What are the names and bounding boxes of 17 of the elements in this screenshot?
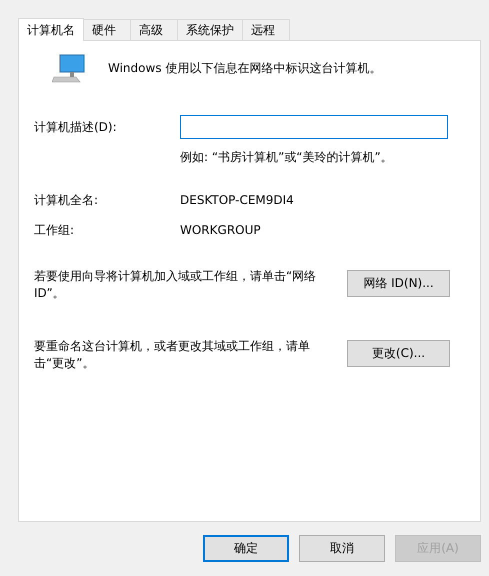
instruction-text: 若要使用向导将计算机加入域或工作组，请单击“网络 ID”。 [34, 268, 318, 302]
tab[interactable]: 远程 [242, 19, 290, 40]
intro-text: Windows 使用以下信息在网络中标识这台计算机。 [108, 60, 382, 76]
dialog-button[interactable]: 取消 [299, 535, 385, 562]
field-label: 计算机描述(D): [34, 118, 118, 136]
info-value: DESKTOP-CEM9DI4 [180, 193, 294, 207]
info-label: 计算机全名: [34, 192, 100, 208]
tab[interactable]: 计算机名 [18, 18, 84, 41]
action-button[interactable]: 更改(C)... [347, 340, 450, 367]
instruction-text: 要重命名这台计算机，或者更改其域或工作组，请单击“更改”。 [34, 338, 311, 372]
computer-icon [52, 53, 86, 83]
info-label: 工作组: [34, 222, 76, 238]
description-field[interactable] [180, 115, 448, 139]
info-value: WORKGROUP [180, 223, 261, 237]
hint-text: 例如: “书房计算机”或“美玲的计算机”。 [180, 149, 394, 166]
dialog-button[interactable]: 确定 [203, 535, 289, 562]
action-button[interactable]: 网络 ID(N)... [347, 270, 450, 297]
